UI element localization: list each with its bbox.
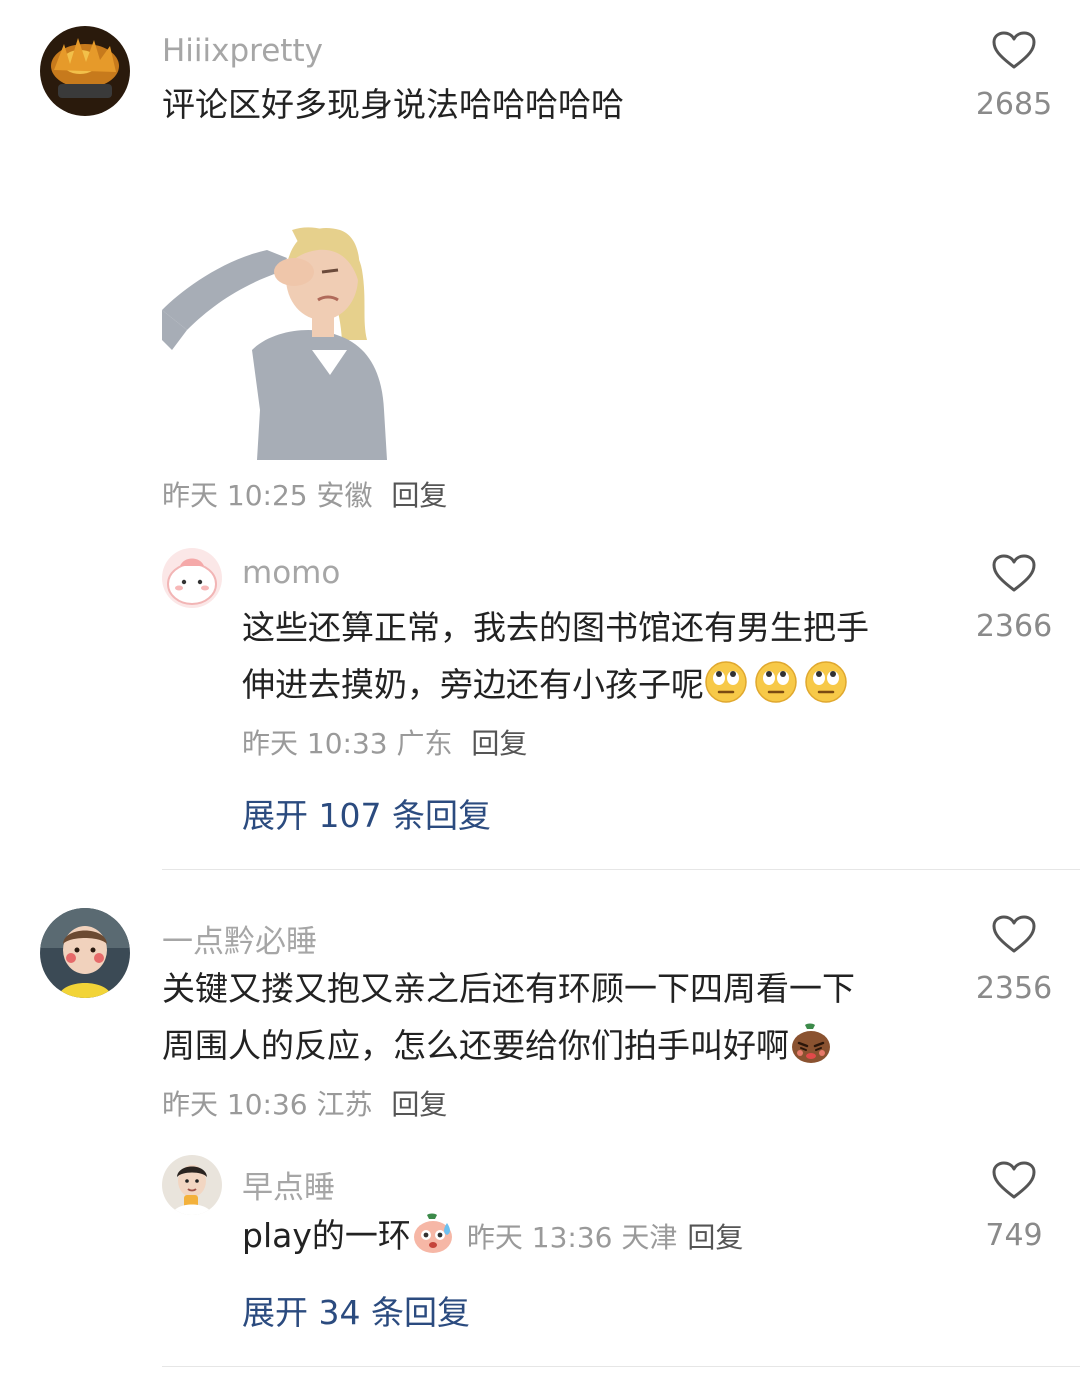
reply-meta: 昨天 10:33 广东 回复 bbox=[242, 722, 527, 762]
eye-roll-emoji bbox=[804, 660, 848, 704]
heart-outline-icon[interactable] bbox=[992, 915, 1036, 955]
timestamp: 昨天 13:36 bbox=[466, 1221, 613, 1254]
reply-button[interactable]: 回复 bbox=[391, 479, 447, 512]
username[interactable]: momo bbox=[242, 555, 340, 591]
timestamp: 昨天 10:25 bbox=[162, 479, 308, 512]
divider bbox=[162, 1366, 1080, 1367]
reply-text-line: 伸进去摸奶，旁边还有小孩子呢 bbox=[242, 656, 869, 713]
reply-meta: 昨天 13:36 天津 回复 bbox=[467, 1221, 744, 1254]
expand-replies-link[interactable]: 展开 34 条回复 bbox=[242, 1286, 470, 1334]
expand-replies-link[interactable]: 展开 107 条回复 bbox=[242, 789, 491, 837]
comment-text-line: 关键又搂又抱又亲之后还有环顾一下四周看一下 bbox=[162, 969, 855, 1008]
like-count: 2366 bbox=[975, 609, 1053, 644]
sweat-emoji bbox=[411, 1211, 455, 1255]
sticker-image[interactable] bbox=[162, 200, 422, 460]
avatar[interactable] bbox=[40, 908, 130, 998]
timestamp: 昨天 10:33 bbox=[242, 727, 388, 760]
like-count: 749 bbox=[985, 1218, 1043, 1253]
reply-text: play的一环 昨天 13:36 天津 回复 bbox=[242, 1207, 743, 1266]
angry-doge-emoji bbox=[789, 1021, 833, 1065]
username[interactable]: 一点黔必睡 bbox=[162, 916, 317, 961]
comment-text: 评论区好多现身说法哈哈哈哈哈 bbox=[162, 85, 624, 124]
username[interactable]: 早点睡 bbox=[242, 1162, 335, 1207]
comment-text-line: 周围人的反应，怎么还要给你们拍手叫好啊 bbox=[162, 1017, 855, 1074]
username[interactable]: Hiiixpretty bbox=[162, 33, 323, 69]
like-count: 2356 bbox=[975, 971, 1053, 1006]
avatar[interactable] bbox=[162, 1155, 222, 1215]
heart-outline-icon[interactable] bbox=[992, 554, 1036, 594]
comment-meta: 昨天 10:25 安徽 回复 bbox=[162, 474, 447, 514]
reply-button[interactable]: 回复 bbox=[471, 727, 527, 760]
location: 江苏 bbox=[316, 1088, 373, 1121]
reply-text-line: 这些还算正常，我去的图书馆还有男生把手 bbox=[242, 608, 869, 647]
eye-roll-emoji bbox=[704, 660, 748, 704]
like-count: 2685 bbox=[975, 87, 1053, 122]
comment-text-line2: 周围人的反应，怎么还要给你们拍手叫好啊 bbox=[162, 1026, 789, 1065]
location: 广东 bbox=[396, 727, 453, 760]
location: 安徽 bbox=[316, 479, 373, 512]
heart-outline-icon[interactable] bbox=[992, 1161, 1036, 1201]
avatar[interactable] bbox=[162, 548, 222, 608]
comment-text: 关键又搂又抱又亲之后还有环顾一下四周看一下 周围人的反应，怎么还要给你们拍手叫好… bbox=[162, 960, 855, 1074]
reply-text-line2: 伸进去摸奶，旁边还有小孩子呢 bbox=[242, 665, 704, 704]
reply-button[interactable]: 回复 bbox=[687, 1221, 743, 1254]
reply-button[interactable]: 回复 bbox=[391, 1088, 447, 1121]
eye-roll-emoji bbox=[754, 660, 798, 704]
location: 天津 bbox=[621, 1221, 678, 1254]
timestamp: 昨天 10:36 bbox=[162, 1088, 308, 1121]
reply-text: 这些还算正常，我去的图书馆还有男生把手 伸进去摸奶，旁边还有小孩子呢 bbox=[242, 599, 869, 713]
heart-outline-icon[interactable] bbox=[992, 31, 1036, 71]
divider bbox=[162, 869, 1080, 870]
comment-meta: 昨天 10:36 江苏 回复 bbox=[162, 1083, 447, 1123]
comment-section: Hiiixpretty 评论区好多现身说法哈哈哈哈哈 2685 昨天 10:25… bbox=[0, 0, 1080, 1375]
avatar[interactable] bbox=[40, 26, 130, 116]
reply-text-body: play的一环 bbox=[242, 1216, 411, 1255]
